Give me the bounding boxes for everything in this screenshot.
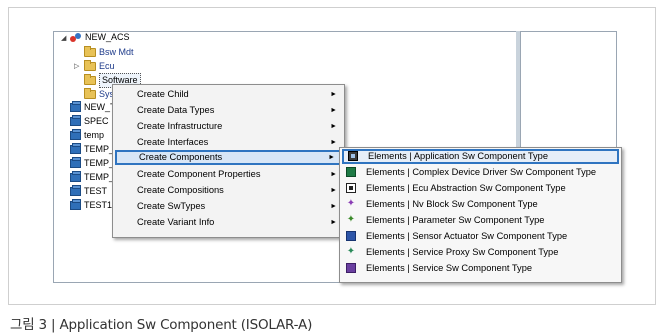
ecu-abstraction-icon	[346, 183, 356, 193]
tree-node-label: Ecu	[99, 61, 115, 71]
tree-node-label: TEST	[84, 186, 108, 196]
menu-item-create-component-properties[interactable]: Create Component Properties ►	[115, 167, 342, 182]
menu-item-label: Create Interfaces	[137, 137, 209, 147]
package-icon	[70, 199, 81, 210]
submenu-item-label: Elements | Service Sw Component Type	[366, 263, 533, 273]
submenu-item-complex-device-driver[interactable]: Elements | Complex Device Driver Sw Comp…	[342, 165, 619, 180]
menu-item-label: Create Child	[137, 89, 189, 99]
tree-node-label: temp	[84, 130, 105, 140]
tree-node-label: NEW_ACS	[85, 32, 130, 42]
submenu-item-service-proxy[interactable]: ✦ Elements | Service Proxy Sw Component …	[342, 245, 619, 260]
menu-item-create-swtypes[interactable]: Create SwTypes ►	[115, 199, 342, 214]
service-proxy-icon: ✦	[346, 246, 356, 257]
tree-node-new-acs[interactable]: NEW_ACS	[70, 31, 130, 44]
menu-item-label: Create Infrastructure	[137, 121, 223, 131]
tree-node-label: SPEC	[84, 116, 109, 126]
menu-item-label: Create SwTypes	[137, 201, 206, 211]
tree-node-spec[interactable]: SPEC	[70, 115, 109, 128]
menu-item-create-interfaces[interactable]: Create Interfaces ►	[115, 135, 342, 150]
components-submenu: Elements | Application Sw Component Type…	[339, 147, 622, 283]
complex-driver-icon	[346, 167, 356, 177]
submenu-arrow-icon: ►	[330, 203, 337, 210]
tree-node-temp-3[interactable]: TEMP_	[70, 171, 114, 184]
package-icon	[70, 171, 81, 182]
submenu-arrow-icon: ►	[330, 91, 337, 98]
sensor-actuator-icon	[346, 231, 356, 241]
service-icon	[346, 263, 356, 273]
folder-icon	[84, 46, 96, 57]
submenu-arrow-icon: ►	[330, 107, 337, 114]
package-icon	[70, 129, 81, 140]
tree-node-temp[interactable]: temp	[70, 129, 104, 142]
menu-item-create-child[interactable]: Create Child ►	[115, 87, 342, 102]
submenu-item-ecu-abstraction[interactable]: Elements | Ecu Abstraction Sw Component …	[342, 181, 619, 196]
submenu-arrow-icon: ►	[330, 139, 337, 146]
folder-icon	[84, 60, 96, 71]
figure-caption: 그림 3 | Application Sw Component (ISOLAR-…	[10, 317, 313, 333]
expand-triangle-icon[interactable]: ▷	[74, 62, 79, 70]
project-icon	[70, 32, 82, 43]
tree-node-label: TEMP_	[84, 144, 115, 154]
submenu-item-label: Elements | Complex Device Driver Sw Comp…	[366, 167, 597, 177]
submenu-arrow-icon: ►	[328, 154, 335, 161]
menu-item-label: Create Component Properties	[137, 169, 261, 179]
nv-block-icon: ✦	[346, 198, 356, 209]
tree-node-test[interactable]: TEST	[70, 185, 107, 198]
tree-node-temp-2[interactable]: TEMP_	[70, 157, 114, 170]
submenu-arrow-icon: ►	[330, 123, 337, 130]
menu-item-create-compositions[interactable]: Create Compositions ►	[115, 183, 342, 198]
menu-item-label: Create Components	[139, 152, 223, 162]
package-icon	[70, 115, 81, 126]
menu-item-label: Create Data Types	[137, 105, 215, 115]
tree-node-ecu[interactable]: Ecu	[84, 60, 115, 73]
submenu-item-service[interactable]: Elements | Service Sw Component Type	[342, 261, 619, 276]
menu-item-create-infrastructure[interactable]: Create Infrastructure ►	[115, 119, 342, 134]
submenu-item-application-sw-component[interactable]: Elements | Application Sw Component Type	[342, 149, 619, 164]
parameter-icon: ✦	[346, 214, 356, 225]
tree-node-label: NEW_T	[84, 102, 116, 112]
tree-node-bsw-mdt[interactable]: Bsw Mdt	[84, 46, 134, 59]
folder-icon	[84, 74, 96, 85]
tree-node-label: TEMP_	[84, 158, 115, 168]
tree-node-label: Bsw Mdt	[99, 47, 134, 57]
menu-item-label: Create Variant Info	[137, 217, 215, 227]
collapse-triangle-icon[interactable]: ◢	[61, 34, 66, 42]
submenu-item-sensor-actuator[interactable]: Elements | Sensor Actuator Sw Component …	[342, 229, 619, 244]
submenu-arrow-icon: ►	[330, 187, 337, 194]
tree-node-sys[interactable]: Sys	[84, 88, 114, 101]
submenu-item-label: Elements | Parameter Sw Component Type	[366, 215, 545, 225]
submenu-arrow-icon: ►	[330, 219, 337, 226]
submenu-item-label: Elements | Ecu Abstraction Sw Component …	[366, 183, 566, 193]
context-menu: Create Child ► Create Data Types ► Creat…	[112, 84, 345, 238]
submenu-item-nv-block[interactable]: ✦ Elements | Nv Block Sw Component Type	[342, 197, 619, 212]
menu-item-create-variant-info[interactable]: Create Variant Info ►	[115, 215, 342, 230]
tree-node-temp-1[interactable]: TEMP_	[70, 143, 114, 156]
package-icon	[70, 185, 81, 196]
submenu-item-parameter[interactable]: ✦ Elements | Parameter Sw Component Type	[342, 213, 619, 228]
menu-item-label: Create Compositions	[137, 185, 224, 195]
tree-node-label: TEMP_	[84, 172, 115, 182]
tree-node-new-t[interactable]: NEW_T	[70, 101, 116, 114]
submenu-item-label: Elements | Application Sw Component Type	[368, 151, 549, 161]
package-icon	[70, 101, 81, 112]
package-icon	[70, 157, 81, 168]
menu-item-create-data-types[interactable]: Create Data Types ►	[115, 103, 342, 118]
tree-node-test11[interactable]: TEST11	[70, 199, 116, 212]
application-component-icon	[348, 151, 358, 161]
submenu-arrow-icon: ►	[330, 171, 337, 178]
folder-icon	[84, 88, 96, 99]
package-icon	[70, 143, 81, 154]
submenu-item-label: Elements | Nv Block Sw Component Type	[366, 199, 538, 209]
submenu-item-label: Elements | Service Proxy Sw Component Ty…	[366, 247, 559, 257]
submenu-item-label: Elements | Sensor Actuator Sw Component …	[366, 231, 568, 241]
menu-item-create-components[interactable]: Create Components ►	[115, 150, 342, 165]
